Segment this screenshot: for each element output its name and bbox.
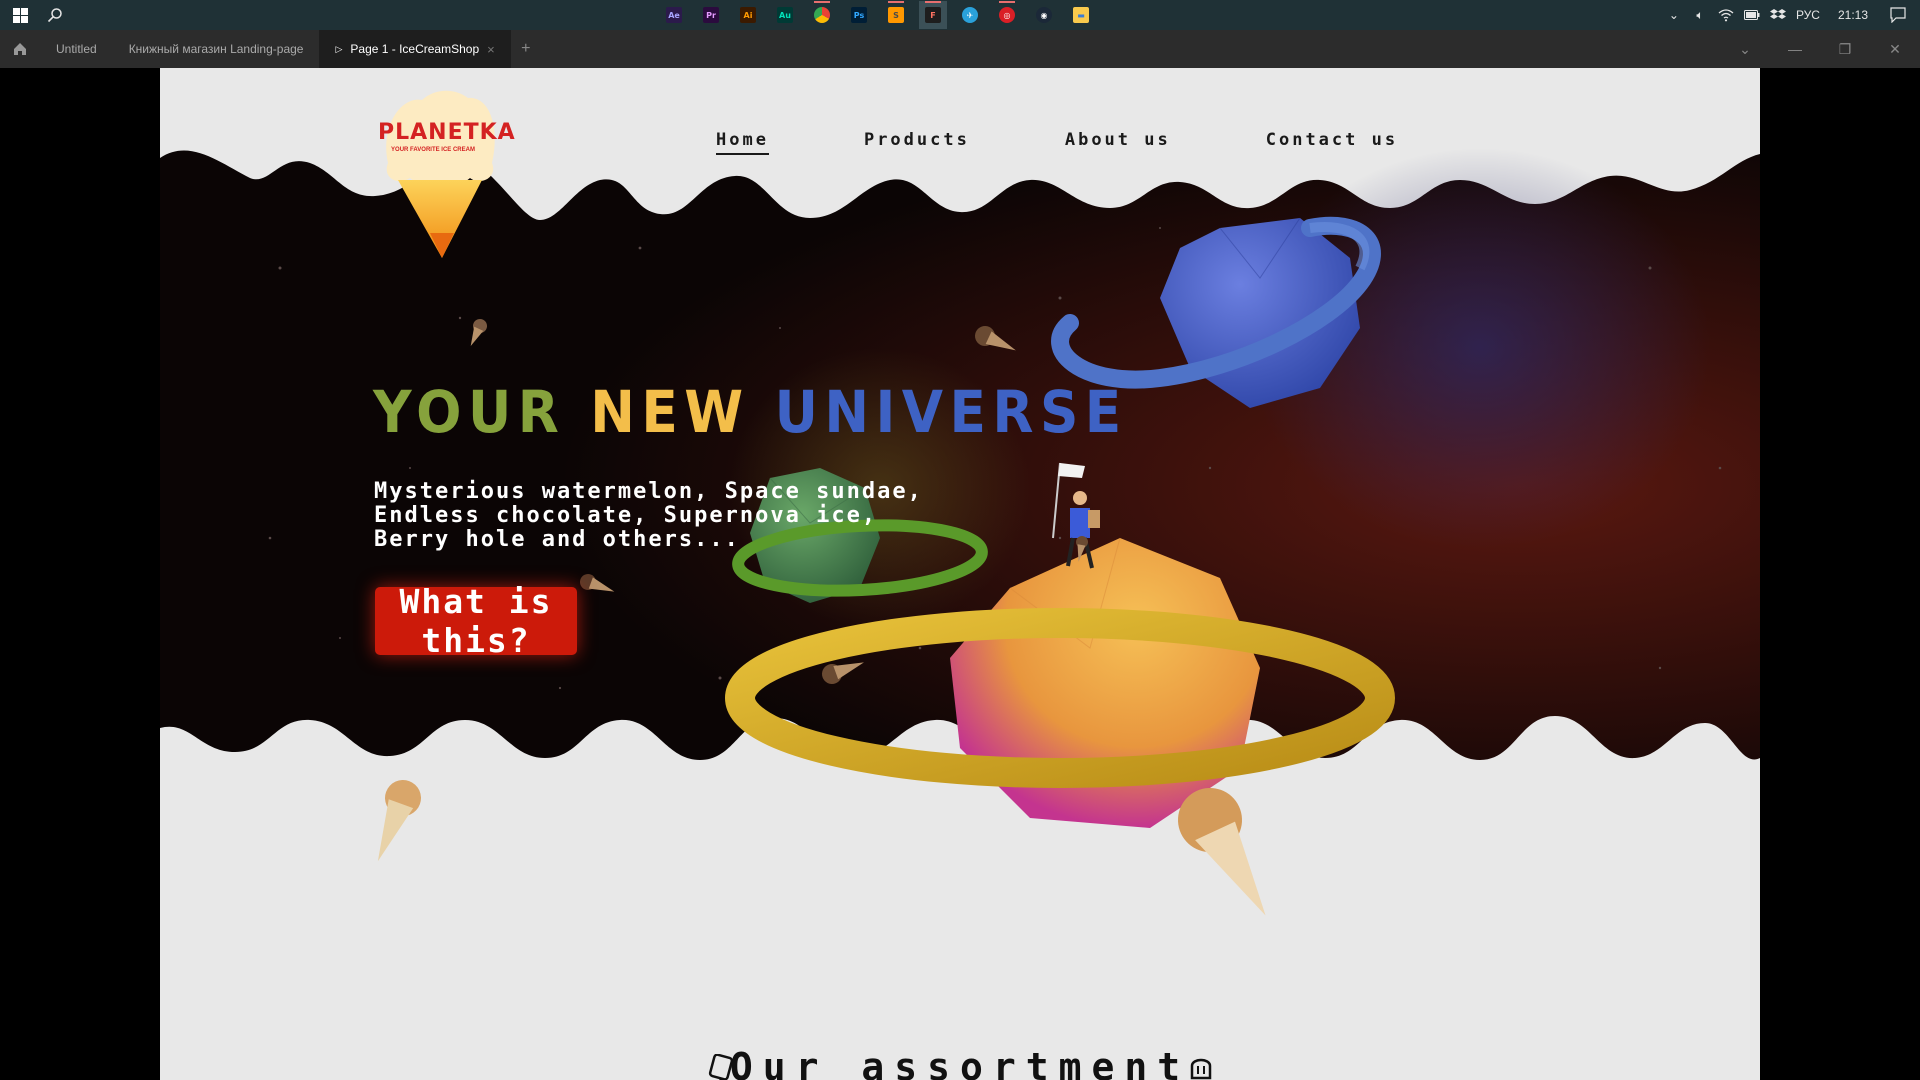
taskbar-app-chrome[interactable]: [808, 1, 836, 29]
main-nav: Home Products About us Contact us: [716, 130, 1493, 155]
figma-tab-bar: Untitled Книжный магазин Landing-page ▷ …: [0, 30, 1920, 68]
volume-icon[interactable]: 🔈︎: [1692, 7, 1708, 23]
taskbar-app-photoshop[interactable]: Ps: [845, 1, 873, 29]
logo[interactable]: PLANETKA YOUR FAVORITE ICE CREAM: [378, 88, 516, 238]
headline-word-3: UNIVERSE: [774, 378, 1128, 446]
hero-subtitle: Mysterious watermelon, Space sundae, End…: [374, 480, 923, 552]
logo-title: PLANETKA: [378, 120, 516, 145]
file-explorer-icon: ▬: [1073, 7, 1089, 23]
taskbar-app-steam[interactable]: ◉: [1030, 1, 1058, 29]
nav-products[interactable]: Products: [864, 130, 970, 155]
audition-icon: Au: [777, 7, 793, 23]
figma-icon: F: [925, 7, 941, 23]
window-controls: ⌄ — ❐ ✕: [1720, 30, 1920, 68]
clock[interactable]: 21:13: [1838, 8, 1868, 22]
what-is-this-button[interactable]: What is this?: [375, 582, 577, 660]
chevron-up-icon[interactable]: ⌄: [1666, 7, 1682, 23]
tab-untitled[interactable]: Untitled: [40, 30, 113, 68]
tab-label: Page 1 - IceCreamShop: [350, 42, 480, 56]
illustrator-icon: Ai: [740, 7, 756, 23]
telegram-icon: ✈: [962, 7, 978, 23]
photoshop-icon: Ps: [851, 7, 867, 23]
language-indicator[interactable]: РУС: [1796, 8, 1820, 22]
popsicle-icon: [1190, 1058, 1212, 1080]
taskbar-app-telegram[interactable]: ✈: [956, 1, 984, 29]
taskbar-app-figma[interactable]: F: [919, 1, 947, 29]
restore-icon[interactable]: ❐: [1820, 41, 1870, 58]
taskbar-app-sublime[interactable]: S: [882, 1, 910, 29]
nav-about-us[interactable]: About us: [1065, 130, 1171, 155]
subtitle-line: Mysterious watermelon, Space sundae,: [374, 479, 923, 504]
hero-headline: YOUR NEW UNIVERSE: [373, 378, 1128, 446]
headline-word-2: NEW: [590, 378, 750, 446]
search-icon[interactable]: [40, 0, 70, 30]
after-effects-icon: Ae: [666, 7, 682, 23]
windows-start-icon[interactable]: [0, 0, 40, 30]
chevron-down-icon[interactable]: ⌄: [1720, 41, 1770, 58]
dropbox-icon[interactable]: [1769, 7, 1786, 23]
steam-icon: ◉: [1036, 7, 1052, 23]
wifi-icon[interactable]: [1718, 7, 1734, 23]
minimize-icon[interactable]: —: [1770, 41, 1820, 57]
subtitle-line: Endless chocolate, Supernova ice,: [374, 503, 878, 528]
tab-label: Книжный магазин Landing-page: [128, 42, 304, 56]
creative-cloud-icon: ◎: [999, 7, 1015, 23]
taskbar-app-illustrator[interactable]: Ai: [734, 1, 762, 29]
play-icon: ▷: [335, 43, 343, 54]
taskbar-apps: Ae Pr Ai Au Ps S F ✈ ◎ ◉ ▬: [660, 0, 1095, 30]
headline-word-1: YOUR: [373, 378, 566, 446]
taskbar-app-creative-cloud[interactable]: ◎: [993, 1, 1021, 29]
section-title-our-assortment: Our assortment: [729, 1045, 1191, 1080]
taskbar-app-premiere[interactable]: Pr: [697, 1, 725, 29]
design-canvas: PLANETKA YOUR FAVORITE ICE CREAM Home Pr…: [0, 68, 1920, 1080]
tab-bookstore[interactable]: Книжный магазин Landing-page: [113, 30, 320, 68]
add-tab-button[interactable]: +: [511, 30, 541, 68]
close-window-icon[interactable]: ✕: [1870, 41, 1920, 58]
subtitle-line: Berry hole and others...: [374, 527, 740, 552]
landing-page-frame: PLANETKA YOUR FAVORITE ICE CREAM Home Pr…: [160, 68, 1760, 1080]
home-icon[interactable]: [0, 30, 40, 68]
premiere-icon: Pr: [703, 7, 719, 23]
nav-contact-us[interactable]: Contact us: [1266, 130, 1398, 155]
sublime-icon: S: [888, 7, 904, 23]
tab-icecreamshop[interactable]: ▷ Page 1 - IceCreamShop ×: [319, 30, 511, 68]
close-tab-icon[interactable]: ×: [487, 42, 495, 57]
system-tray: ⌄ 🔈︎ РУС 21:13: [1666, 0, 1920, 30]
taskbar-app-audition[interactable]: Au: [771, 1, 799, 29]
nav-home[interactable]: Home: [716, 130, 769, 155]
taskbar-app-file-explorer[interactable]: ▬: [1067, 1, 1095, 29]
taskbar-app-after-effects[interactable]: Ae: [660, 1, 688, 29]
notifications-icon[interactable]: [1890, 7, 1906, 23]
chrome-icon: [814, 7, 830, 23]
windows-taskbar: Ae Pr Ai Au Ps S F ✈ ◎ ◉ ▬ ⌄ 🔈︎ РУС 21:13: [0, 0, 1920, 30]
logo-tagline: YOUR FAVORITE ICE CREAM: [391, 147, 475, 153]
tab-label: Untitled: [56, 42, 97, 56]
battery-icon[interactable]: [1743, 7, 1760, 23]
